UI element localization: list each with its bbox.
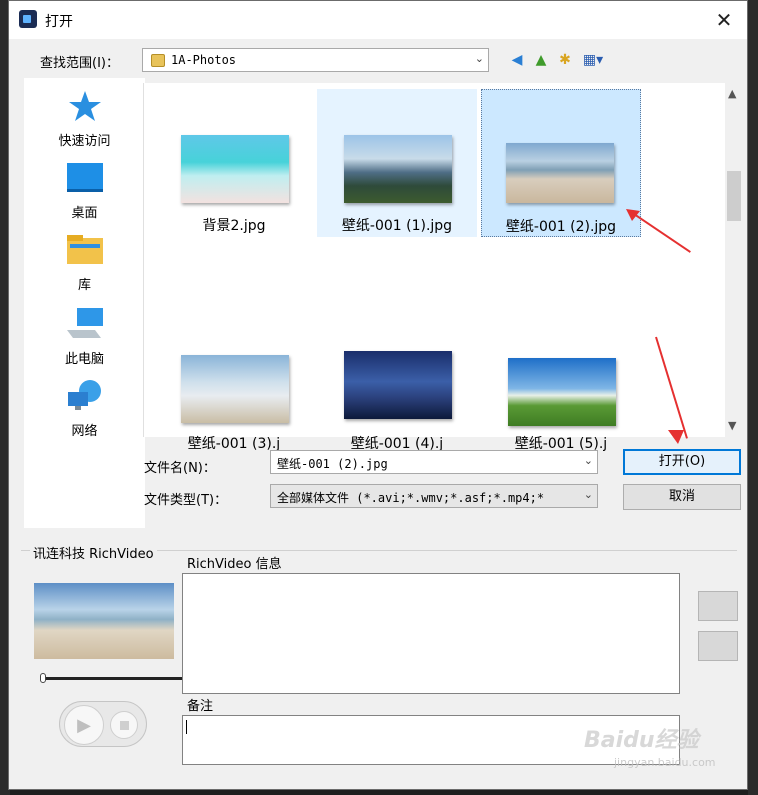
file-name: 背景2.jpg bbox=[202, 218, 266, 234]
thumbnail-meadow bbox=[508, 358, 616, 426]
look-in-label: 查找范围(I)： bbox=[40, 56, 119, 71]
folder-icon bbox=[151, 54, 165, 67]
player-controls: ▶ bbox=[59, 701, 147, 747]
places-bar: 快速访问 桌面 库 此电脑 网络 bbox=[24, 78, 145, 528]
filename-label: 文件名(N)： bbox=[144, 461, 216, 476]
place-this-pc[interactable]: 此电脑 bbox=[24, 306, 145, 367]
play-icon[interactable]: ▶ bbox=[64, 705, 104, 745]
look-in-combo[interactable]: 1A-Photos ⌄ bbox=[142, 48, 489, 72]
annotation-arrowhead-open bbox=[668, 430, 684, 444]
scroll-up-icon[interactable]: ▲ bbox=[728, 87, 736, 100]
computer-icon bbox=[66, 308, 103, 338]
new-folder-icon[interactable]: ✱ bbox=[555, 50, 575, 70]
filetype-label: 文件类型(T)： bbox=[144, 493, 228, 508]
back-icon[interactable]: ◀ bbox=[507, 50, 527, 70]
scroll-thumb[interactable] bbox=[727, 171, 741, 221]
film-strip-icon[interactable] bbox=[698, 591, 738, 621]
place-label: 桌面 bbox=[71, 206, 98, 221]
thumbnail-sandcastle bbox=[506, 143, 614, 203]
star-icon bbox=[68, 91, 101, 121]
file-item[interactable]: 背景2.jpg bbox=[154, 89, 314, 237]
watermark: Baidu经验 bbox=[584, 728, 699, 753]
thumbnail-beach bbox=[181, 135, 289, 203]
file-item[interactable]: 壁纸-001 (1).jpg bbox=[317, 89, 477, 237]
file-list: 背景2.jpg 壁纸-001 (1).jpg 壁纸-001 (2).jpg 壁纸… bbox=[143, 83, 743, 452]
chevron-down-icon: ⌄ bbox=[583, 454, 593, 467]
open-button[interactable]: 打开(O) bbox=[623, 449, 741, 475]
place-label: 快速访问 bbox=[58, 134, 111, 149]
filename-combo[interactable]: 壁纸-001 (2).jpg ⌄ bbox=[270, 450, 598, 474]
seek-slider-knob[interactable] bbox=[40, 673, 46, 683]
network-icon bbox=[67, 380, 101, 410]
thumbnail-lake bbox=[344, 135, 452, 203]
richvideo-info-box[interactable] bbox=[182, 573, 680, 694]
open-file-dialog: 打开 ✕ 查找范围(I)： 1A-Photos ⌄ ◀ ▲ ✱ ▦▾ 快速访问 … bbox=[8, 0, 748, 790]
richvideo-info-label: RichVideo 信息 bbox=[187, 557, 282, 572]
seek-slider-track[interactable] bbox=[41, 677, 186, 680]
preview-image bbox=[34, 583, 174, 659]
place-label: 库 bbox=[77, 278, 91, 293]
scroll-down-icon[interactable]: ▼ bbox=[728, 419, 736, 432]
richvideo-group-label: 讯连科技 RichVideo bbox=[30, 543, 157, 562]
notes-label: 备注 bbox=[187, 699, 214, 714]
vertical-scrollbar[interactable]: ▲ ▼ bbox=[725, 83, 743, 437]
watermark-sub: jingyan.baidu.com bbox=[614, 756, 716, 769]
thumbnail-beach-figures bbox=[181, 355, 289, 423]
edit-notes-icon[interactable] bbox=[698, 631, 738, 661]
background-app-right bbox=[748, 0, 758, 795]
up-folder-icon[interactable]: ▲ bbox=[531, 50, 551, 70]
text-cursor bbox=[186, 720, 187, 734]
stop-icon[interactable] bbox=[110, 711, 138, 739]
filetype-value: 全部媒体文件 (*.avi;*.wmv;*.asf;*.mp4;* bbox=[277, 491, 545, 505]
thumbnail-opera-house bbox=[344, 351, 452, 419]
place-desktop[interactable]: 桌面 bbox=[24, 162, 145, 221]
view-menu-icon[interactable]: ▦▾ bbox=[579, 50, 607, 70]
place-label: 此电脑 bbox=[64, 352, 104, 367]
place-network[interactable]: 网络 bbox=[24, 378, 145, 439]
filetype-combo[interactable]: 全部媒体文件 (*.avi;*.wmv;*.asf;*.mp4;* ⌄ bbox=[270, 484, 598, 508]
file-name: 壁纸-001 (2).jpg bbox=[505, 219, 617, 235]
dialog-title: 打开 bbox=[45, 14, 73, 30]
filename-value: 壁纸-001 (2).jpg bbox=[277, 457, 388, 471]
library-icon bbox=[66, 235, 103, 264]
file-name: 壁纸-001 (1).jpg bbox=[341, 218, 453, 234]
app-icon bbox=[19, 10, 37, 28]
chevron-down-icon: ⌄ bbox=[474, 52, 484, 65]
place-label: 网络 bbox=[71, 424, 98, 439]
look-in-value: 1A-Photos bbox=[171, 53, 237, 67]
desktop-icon bbox=[66, 163, 103, 192]
chevron-down-icon: ⌄ bbox=[583, 488, 593, 501]
place-quick-access[interactable]: 快速访问 bbox=[24, 90, 145, 149]
file-item-selected[interactable]: 壁纸-001 (2).jpg bbox=[481, 89, 641, 237]
annotation-arrowhead-file bbox=[626, 209, 640, 221]
close-button[interactable]: ✕ bbox=[701, 1, 747, 39]
place-libraries[interactable]: 库 bbox=[24, 234, 145, 293]
title-bar: 打开 ✕ bbox=[9, 1, 747, 39]
cancel-button[interactable]: 取消 bbox=[623, 484, 741, 510]
